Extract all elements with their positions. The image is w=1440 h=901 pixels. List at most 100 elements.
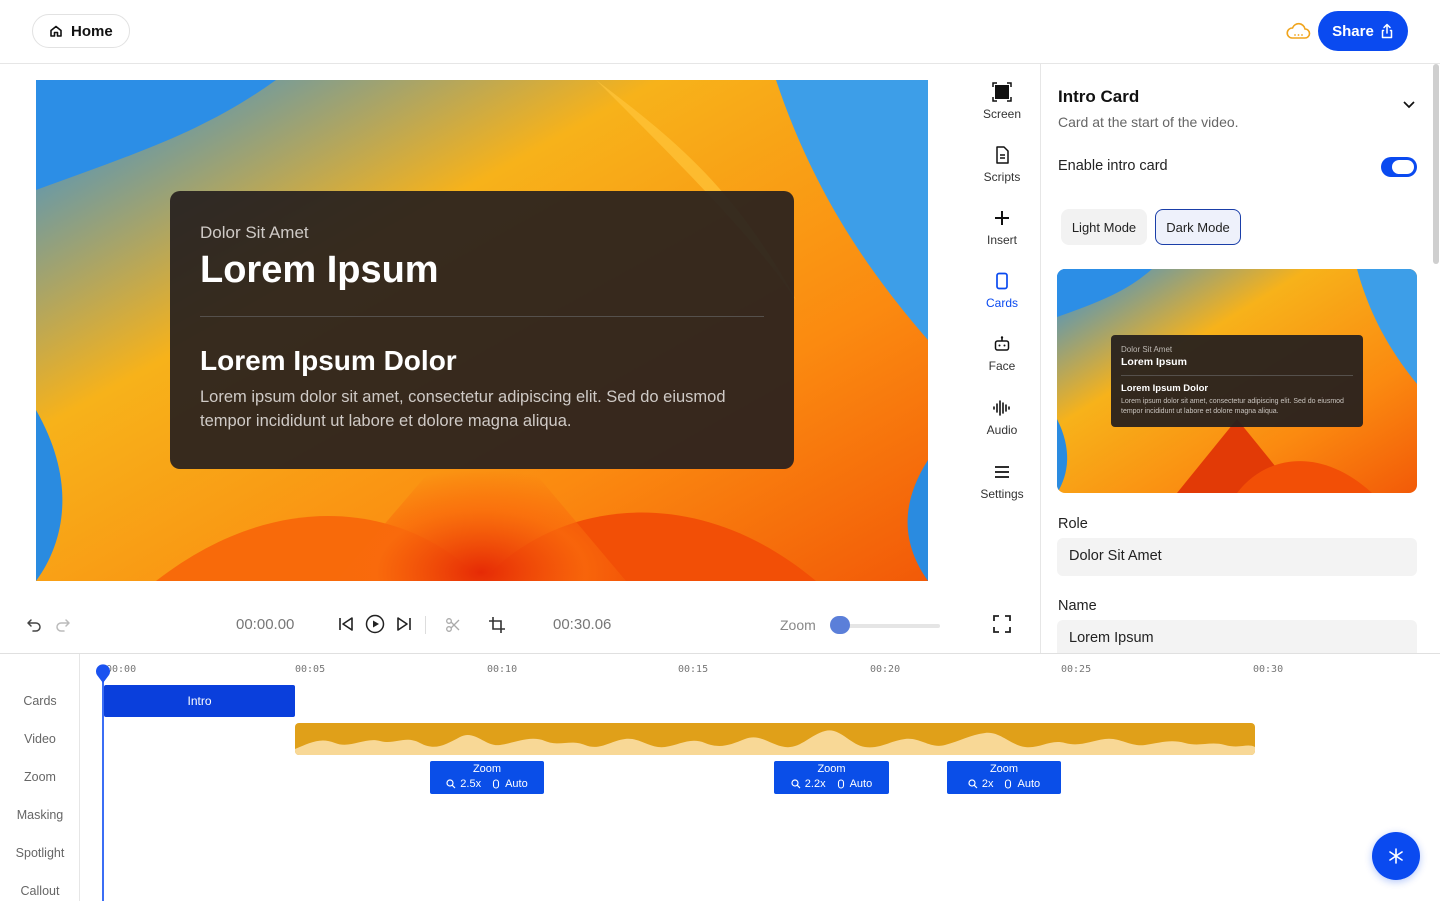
home-label: Home xyxy=(71,22,113,40)
zoom-clip-level: 2.5x xyxy=(460,778,482,790)
track-label-callout: Callout xyxy=(20,884,60,898)
light-mode-button[interactable]: Light Mode xyxy=(1061,209,1147,245)
zoom-clip-mode: Auto xyxy=(1017,778,1041,790)
tool-cards-label: Cards xyxy=(985,296,1018,310)
screen-icon xyxy=(992,82,1012,102)
dark-mode-button[interactable]: Dark Mode xyxy=(1155,209,1241,245)
mouse-icon xyxy=(1005,779,1012,789)
cloud-sync-icon[interactable] xyxy=(1285,20,1311,42)
zoom-clip[interactable]: Zoom 2x Auto xyxy=(947,761,1061,794)
crop-icon[interactable] xyxy=(488,616,506,634)
zoom-clip-mode: Auto xyxy=(849,778,873,790)
current-time: 00:00.00 xyxy=(236,616,295,633)
redo-icon[interactable] xyxy=(55,617,71,633)
role-input[interactable]: Dolor Sit Amet xyxy=(1057,538,1417,576)
zoom-label: Zoom xyxy=(780,617,816,633)
audio-waveform-graphic xyxy=(295,730,1255,755)
intro-card-clip[interactable]: Intro xyxy=(104,685,295,717)
waveform-icon xyxy=(993,400,1010,416)
magnifier-icon xyxy=(446,779,456,789)
video-clip[interactable] xyxy=(295,723,1255,755)
scissors-icon[interactable] xyxy=(445,617,461,633)
mouse-icon xyxy=(493,779,500,789)
play-icon[interactable] xyxy=(365,614,385,634)
tool-face-label: Face xyxy=(988,359,1016,373)
card-icon xyxy=(996,272,1008,290)
thumbnail-card: Dolor Sit Amet Lorem Ipsum Lorem Ipsum D… xyxy=(1111,335,1363,427)
card-body-text: Lorem ipsum dolor sit amet, consectetur … xyxy=(200,388,726,430)
zoom-clip[interactable]: Zoom 2.5x Auto xyxy=(430,761,544,794)
robot-face-icon xyxy=(994,336,1010,351)
asterisk-icon xyxy=(1389,848,1403,864)
plus-icon xyxy=(995,211,1009,225)
zoom-clip-title: Zoom xyxy=(472,763,502,775)
tool-face[interactable]: Face xyxy=(968,334,1036,373)
enable-intro-toggle[interactable] xyxy=(1381,157,1417,177)
magnifier-icon xyxy=(791,779,801,789)
share-label: Share xyxy=(1332,22,1374,40)
role-label: Role xyxy=(1058,516,1088,532)
fullscreen-icon[interactable] xyxy=(992,614,1012,634)
skip-back-icon[interactable] xyxy=(337,615,355,633)
mouse-icon xyxy=(837,779,844,789)
track-label-spotlight: Spotlight xyxy=(15,846,65,860)
track-label-video: Video xyxy=(24,732,56,746)
undo-icon[interactable] xyxy=(26,617,42,633)
tool-settings-label: Settings xyxy=(980,487,1024,501)
total-time: 00:30.06 xyxy=(553,616,612,633)
tool-insert[interactable]: Insert xyxy=(968,208,1036,247)
skip-forward-icon[interactable] xyxy=(395,615,413,633)
card-name-text: Lorem Ipsum xyxy=(200,249,439,291)
tool-screen[interactable]: Screen xyxy=(968,82,1036,121)
zoom-clip-title: Zoom xyxy=(989,763,1019,775)
time-tick: 00:05 xyxy=(295,664,326,675)
time-tick: 00:15 xyxy=(678,664,709,675)
timeline: Cards Video Zoom Masking Spotlight Callo… xyxy=(0,653,1440,901)
time-tick: 00:25 xyxy=(1061,664,1092,675)
tool-scripts[interactable]: Scripts xyxy=(968,145,1036,184)
home-button[interactable]: Home xyxy=(32,14,130,48)
thumb-body-text: Lorem ipsum dolor sit amet, consectetur … xyxy=(1121,398,1344,415)
video-preview[interactable]: Dolor Sit Amet Lorem Ipsum Lorem Ipsum D… xyxy=(36,80,928,581)
magnifier-icon xyxy=(968,779,978,789)
thumb-name-text: Lorem Ipsum xyxy=(1121,356,1187,368)
intro-card-panel: Intro Card Card at the start of the vide… xyxy=(1040,64,1440,654)
card-thumbnail: Dolor Sit Amet Lorem Ipsum Lorem Ipsum D… xyxy=(1057,269,1417,493)
track-label-zoom: Zoom xyxy=(24,770,56,784)
tool-screen-label: Screen xyxy=(982,107,1022,121)
panel-scrollbar[interactable] xyxy=(1433,64,1439,264)
zoom-clip[interactable]: Zoom 2.2x Auto xyxy=(774,761,889,794)
name-label: Name xyxy=(1058,598,1097,614)
tool-cards[interactable]: Cards xyxy=(968,271,1036,310)
playhead-handle[interactable] xyxy=(95,664,111,684)
thumb-heading-text: Lorem Ipsum Dolor xyxy=(1121,383,1209,394)
control-divider xyxy=(425,616,426,634)
zoom-clip-level: 2x xyxy=(981,778,994,790)
enable-intro-label: Enable intro card xyxy=(1058,158,1168,174)
time-tick: 00:30 xyxy=(1253,664,1284,675)
track-label-masking: Masking xyxy=(16,808,64,822)
document-icon xyxy=(996,146,1009,164)
panel-title: Intro Card xyxy=(1058,87,1140,106)
share-icon xyxy=(1381,23,1393,39)
thumb-divider xyxy=(1121,375,1353,376)
chevron-down-icon[interactable] xyxy=(1402,100,1416,110)
card-divider xyxy=(200,316,764,317)
toggle-knob xyxy=(1392,160,1414,174)
zoom-slider-thumb[interactable] xyxy=(830,616,850,634)
tool-audio[interactable]: Audio xyxy=(968,398,1036,437)
menu-lines-icon xyxy=(995,466,1009,478)
card-heading-text: Lorem Ipsum Dolor xyxy=(200,345,457,376)
track-labels: Cards Video Zoom Masking Spotlight Callo… xyxy=(0,654,80,901)
track-label-cards: Cards xyxy=(23,694,57,708)
zoom-clip-title: Zoom xyxy=(817,763,846,775)
thumb-role-text: Dolor Sit Amet xyxy=(1121,345,1173,354)
tool-insert-label: Insert xyxy=(986,233,1017,247)
tool-settings[interactable]: Settings xyxy=(968,462,1036,501)
playhead-line xyxy=(102,668,104,901)
share-button[interactable]: Share xyxy=(1318,11,1408,51)
zoom-slider-track[interactable] xyxy=(836,624,940,628)
name-input[interactable]: Lorem Ipsum xyxy=(1057,620,1417,654)
card-role-text: Dolor Sit Amet xyxy=(200,223,309,242)
assistant-button[interactable] xyxy=(1372,832,1420,880)
